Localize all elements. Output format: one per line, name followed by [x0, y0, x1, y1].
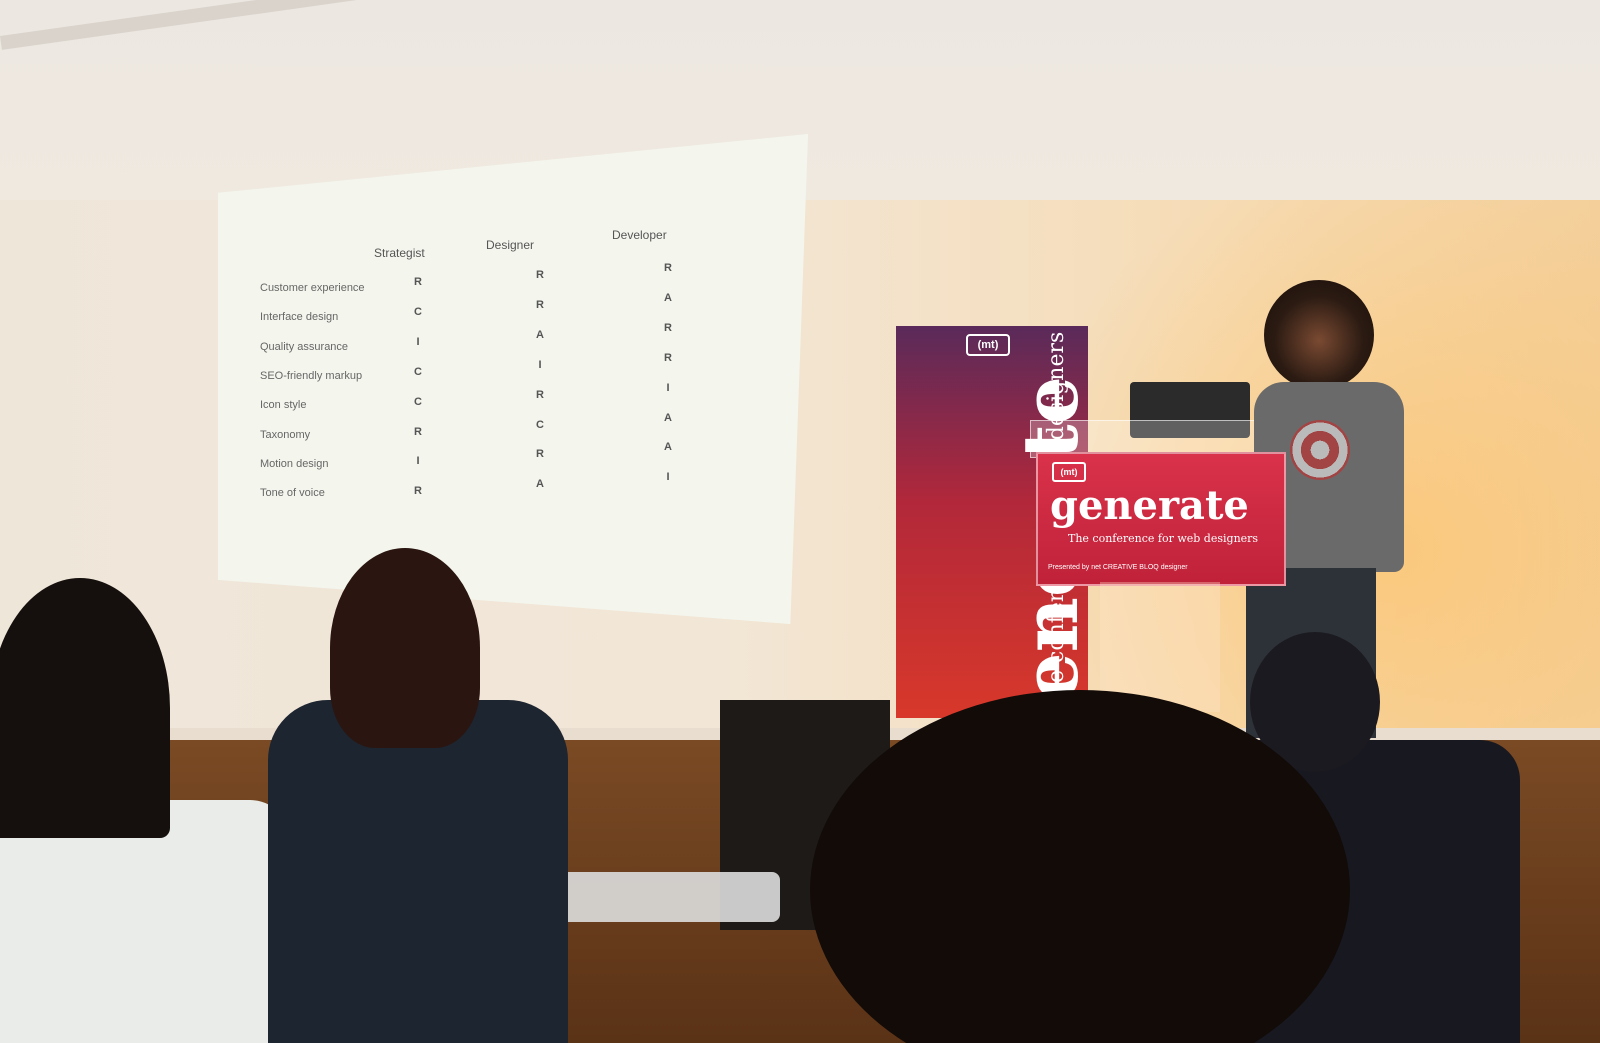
slide-cell: C: [536, 418, 544, 431]
slide-cell: R: [536, 448, 544, 461]
slide-row-label: Tone of voice: [260, 487, 325, 500]
column-header-developer: Developer: [612, 228, 667, 242]
slide-cell: R: [414, 425, 422, 438]
conference-photo: Strategist Designer Developer Customer e…: [0, 0, 1600, 1043]
column-header-designer: Designer: [486, 238, 535, 252]
shield-print: [1290, 420, 1350, 480]
slide-cell: R: [414, 276, 422, 288]
audience-member-body: [268, 700, 568, 1043]
slide-cell: A: [664, 411, 672, 424]
projected-slide: Strategist Designer Developer Customer e…: [218, 134, 808, 624]
slide-cell: A: [536, 478, 544, 491]
audience-member-head: [330, 548, 480, 748]
slide-cell: I: [666, 381, 670, 394]
slide-row-label: SEO-friendly markup: [260, 369, 363, 382]
slide-cell: A: [664, 441, 672, 454]
slide-row-label: Icon style: [260, 399, 307, 412]
slide-cell: R: [536, 298, 544, 311]
podium-mt-logo: (mt): [1052, 462, 1086, 482]
podium-sponsors: Presented by net CREATIVE BLOQ designer: [1048, 564, 1188, 571]
column-header-strategist: Strategist: [374, 246, 425, 260]
slide-cell: A: [536, 328, 544, 341]
audience-member-head: [0, 578, 170, 838]
slide-cell: R: [664, 321, 672, 334]
slide-row-label: Taxonomy: [260, 428, 311, 441]
slide-row-label: Quality assurance: [260, 340, 349, 353]
slide-cell: I: [538, 358, 542, 371]
slide-cell: C: [414, 395, 422, 408]
slide-cell: I: [416, 335, 420, 348]
slide-cell: I: [416, 455, 420, 468]
slide-cell: R: [664, 351, 672, 364]
slide-cell: C: [414, 365, 422, 378]
slide-cell: A: [664, 291, 672, 304]
slide-cell: R: [414, 485, 422, 498]
podium-tagline: The conference for web designers: [1068, 532, 1259, 545]
slide-cell: R: [536, 388, 544, 401]
slide-row-label: Motion design: [260, 457, 329, 470]
slide-cell: R: [664, 262, 672, 274]
slide-cell: I: [666, 471, 670, 484]
slide-cell: C: [414, 305, 422, 318]
slide-cell: R: [536, 269, 544, 281]
podium-sign: (mt) generate The conference for web des…: [1036, 452, 1286, 586]
slide-row-label: Interface design: [260, 311, 339, 324]
speaker-head: [1264, 280, 1374, 390]
podium-generate-word: generate: [1050, 482, 1249, 529]
mt-logo: (mt): [966, 334, 1010, 356]
slide-row-label: Customer experience: [260, 282, 365, 294]
